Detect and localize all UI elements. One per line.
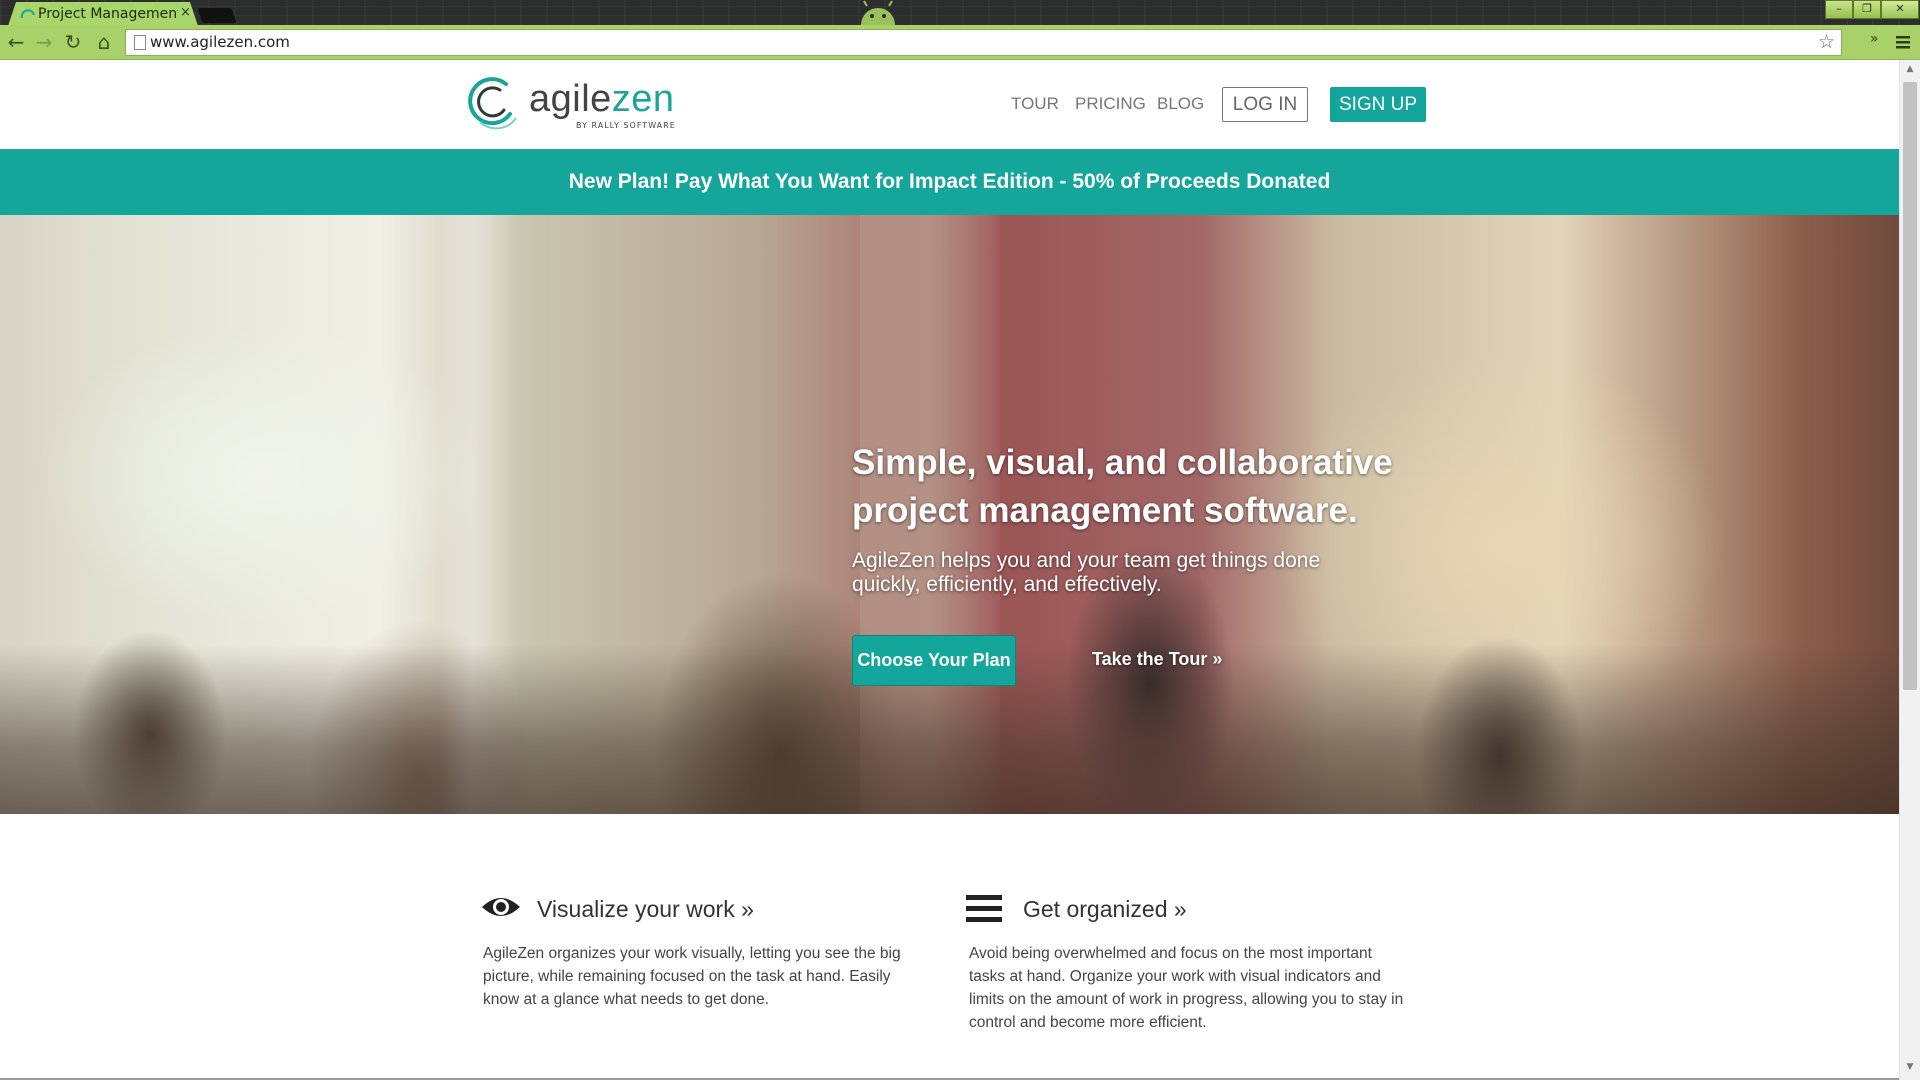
tab-close-icon[interactable]: × [180,5,191,20]
browser-menu-icon[interactable] [1893,31,1913,53]
hero-headline: Simple, visual, and collaborative projec… [852,443,1393,530]
reload-icon[interactable]: ↻ [62,31,84,53]
page-icon [134,35,146,50]
close-window-button[interactable]: ✕ [1881,0,1919,19]
promo-banner-text: New Plan! Pay What You Want for Impact E… [568,170,1331,193]
bookmark-star-icon[interactable]: ☆ [1818,31,1835,53]
new-tab-button[interactable] [197,8,237,23]
agilezen-logo[interactable]: agilezen BY RALLY SOFTWARE [466,74,696,134]
scroll-down-icon[interactable]: ▼ [1903,1062,1917,1076]
url-text: www.agilezen.com [150,33,290,51]
minimize-button[interactable]: – [1825,0,1853,19]
eye-icon [482,898,520,916]
nav-pricing-link[interactable]: PRICING [1075,94,1146,114]
get-organized-link[interactable]: Get organized » [1023,896,1187,923]
agilezen-logo-mark-icon [468,77,517,130]
list-icon [966,895,1002,922]
browser-titlebar [0,0,1920,25]
address-bar[interactable]: www.agilezen.com ☆ [125,29,1842,56]
take-tour-link[interactable]: Take the Tour » [1092,649,1222,670]
tab-title: Project Management [38,6,178,22]
promo-banner[interactable]: New Plan! Pay What You Want for Impact E… [0,149,1899,215]
logo-byline: BY RALLY SOFTWARE [576,121,676,130]
browser-tab-active[interactable]: Project Management × [8,2,198,26]
android-mascot-icon [861,0,895,25]
scrollbar-thumb[interactable] [1903,82,1917,690]
restore-button[interactable]: ❐ [1853,0,1881,19]
forward-arrow-icon[interactable]: → [33,31,55,53]
visualize-work-description: AgileZen organizes your work visually, l… [483,945,901,1008]
nav-blog-link[interactable]: BLOG [1157,94,1204,114]
visualize-work-link[interactable]: Visualize your work » [537,896,754,923]
nav-tour-link[interactable]: TOUR [1011,94,1059,114]
login-button[interactable]: LOG IN [1222,87,1308,122]
choose-plan-button[interactable]: Choose Your Plan [852,635,1016,686]
hero-subheadline: AgileZen helps you and your team get thi… [852,549,1321,596]
back-arrow-icon[interactable]: ← [5,31,27,53]
get-organized-description: Avoid being overwhelmed and focus on the… [969,945,1404,1031]
favicon-icon [20,9,36,21]
logo-wordmark: agilezen [529,78,675,120]
extensions-chevron-icon[interactable]: » [1870,31,1879,47]
scroll-up-icon[interactable]: ▲ [1903,64,1917,78]
home-icon[interactable]: ⌂ [93,31,115,53]
signup-button[interactable]: SIGN UP [1330,87,1426,122]
